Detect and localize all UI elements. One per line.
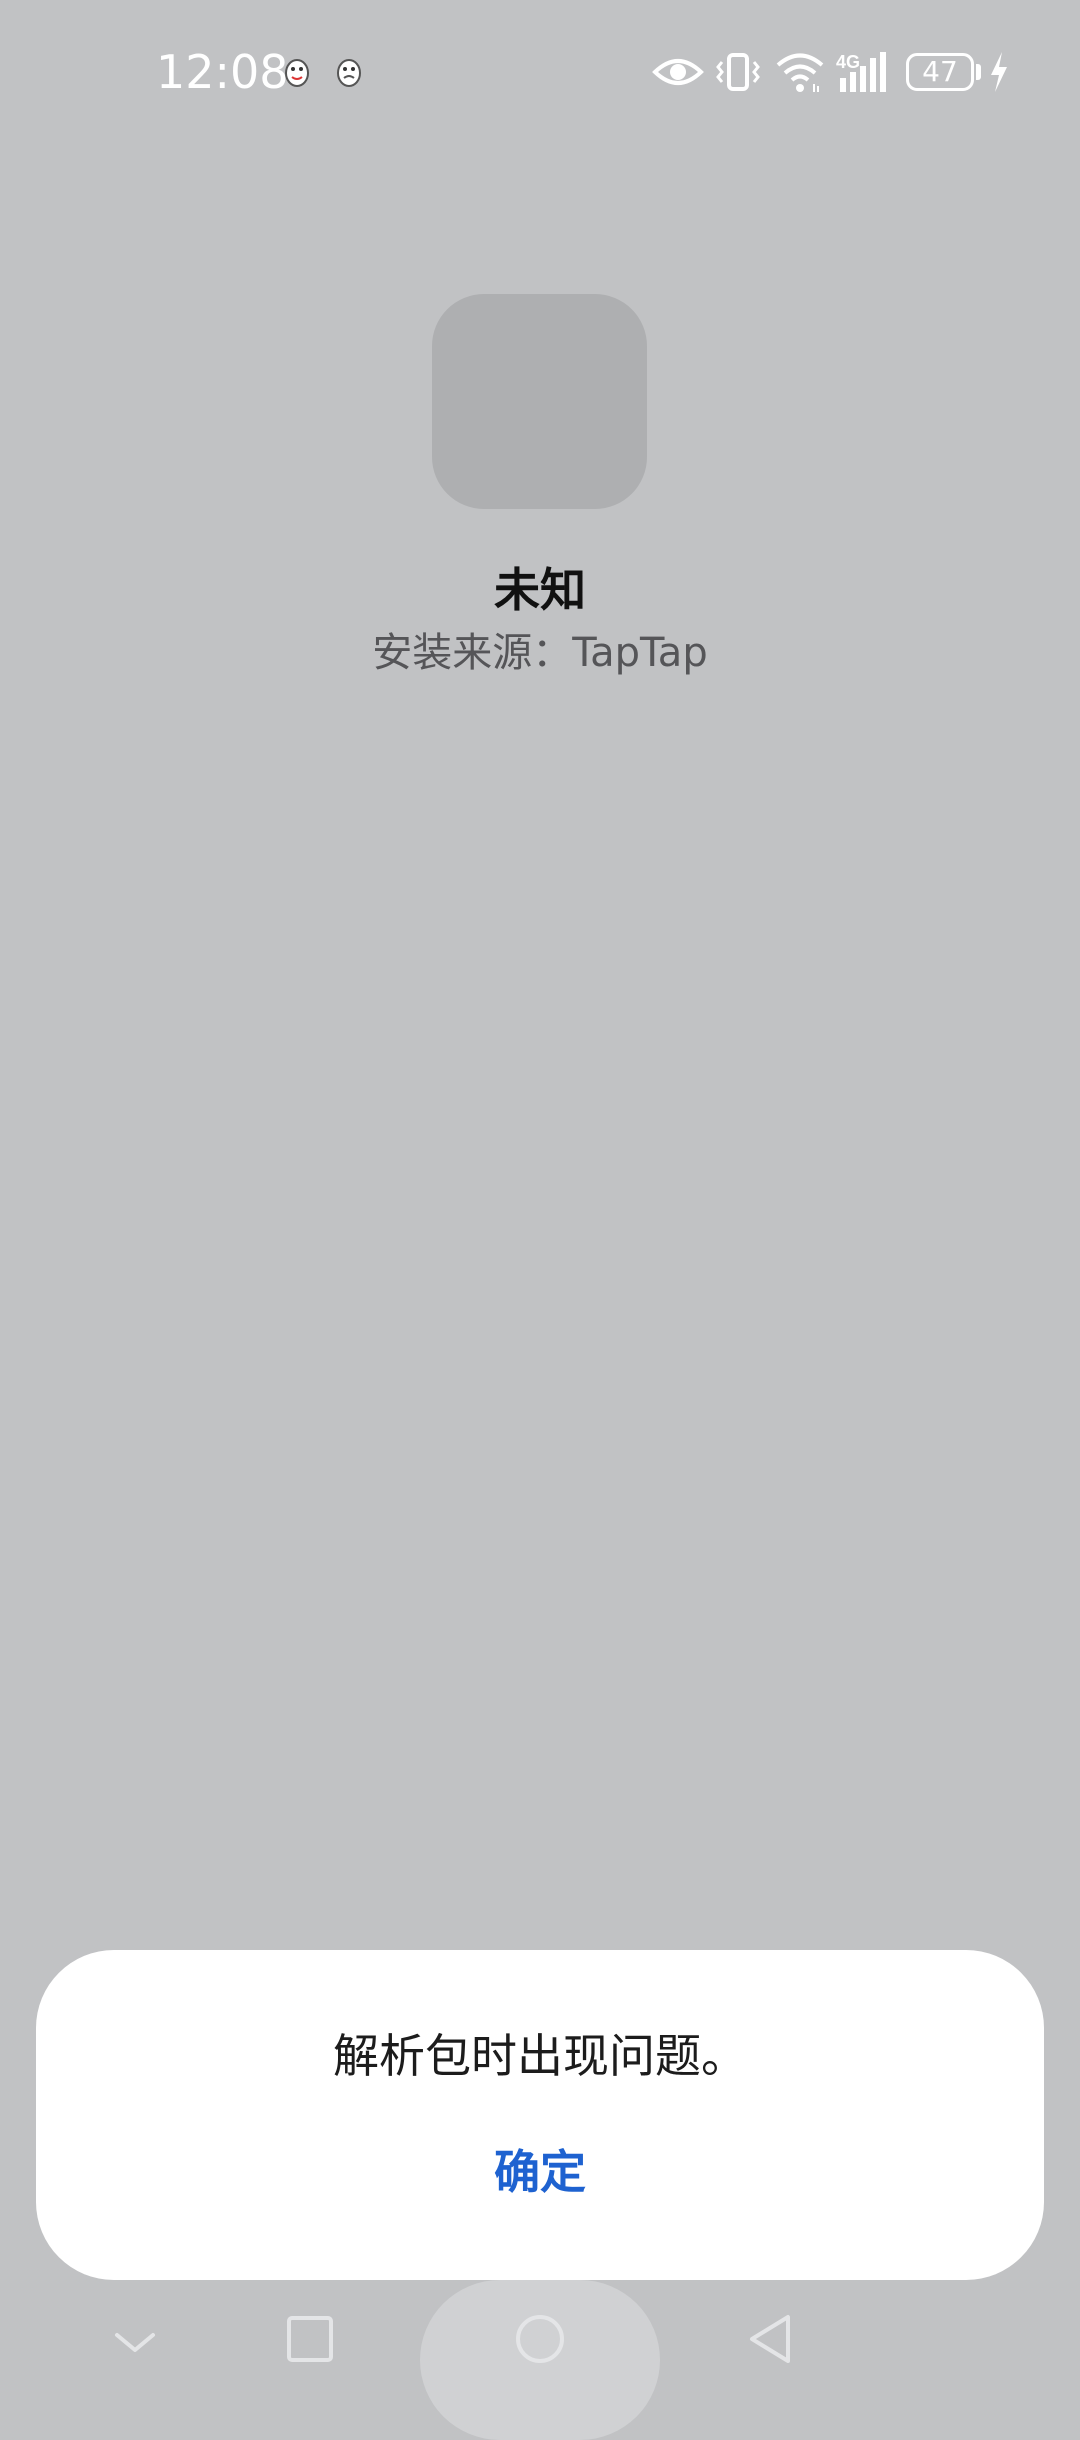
battery-nub (976, 64, 981, 80)
status-bar: 12:08 4G 47 (0, 0, 1080, 140)
recents-square-icon[interactable] (278, 2280, 342, 2400)
dialog-message: 解析包时出现问题。 (333, 2029, 747, 2083)
error-dialog: 解析包时出现问题。 确定 (36, 1950, 1044, 2280)
battery-icon: 47 (906, 53, 974, 91)
svg-text:4G: 4G (836, 52, 860, 72)
battery-level: 47 (922, 55, 958, 88)
charging-icon (991, 52, 1007, 92)
penguin-notification-icon (285, 59, 309, 87)
app-icon-placeholder (432, 294, 647, 509)
app-name: 未知 (494, 563, 586, 617)
collapse-chevron-icon[interactable] (100, 2280, 170, 2400)
navigation-bar (0, 2280, 1080, 2440)
vibrate-icon (716, 53, 760, 91)
penguin-notification-icon (337, 59, 361, 87)
status-time: 12:08 (156, 45, 289, 99)
eye-icon (652, 59, 704, 85)
home-circle-icon[interactable] (500, 2280, 580, 2400)
install-source: 安装来源：TapTap (372, 630, 708, 676)
wifi-icon (776, 53, 824, 92)
back-triangle-icon[interactable] (738, 2280, 802, 2400)
ok-button[interactable]: 确定 (440, 2136, 640, 2208)
4g-signal-icon: 4G (836, 52, 886, 92)
